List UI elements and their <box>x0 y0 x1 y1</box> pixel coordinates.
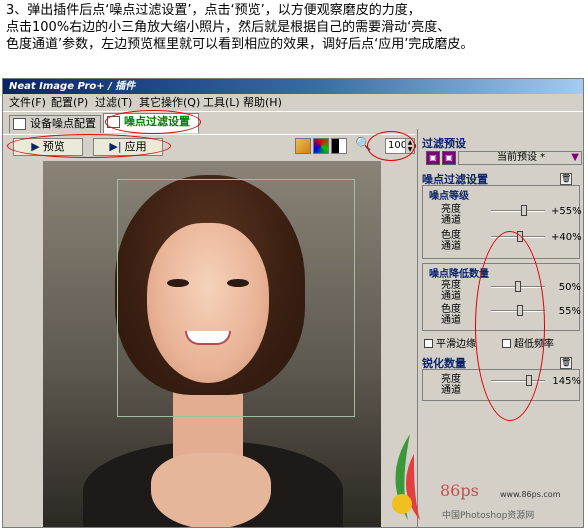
noise-level-luma-label: 亮度通道 <box>441 204 461 226</box>
sharpen-luma-value: 145% <box>552 376 581 387</box>
watermark-url: www.86ps.com <box>500 490 561 499</box>
smooth-edges-label: 平滑边缘 <box>436 339 476 350</box>
preview-button[interactable]: ▶ 预览 <box>13 138 83 156</box>
reduce-luma-label: 亮度通道 <box>441 280 461 302</box>
reduce-chroma-value: 55% <box>558 306 581 317</box>
tab-noise-filter-settings[interactable]: 噪点过滤设置 <box>103 113 199 133</box>
contrast-icon[interactable] <box>331 138 347 154</box>
reduce-luma-slider[interactable] <box>491 281 545 292</box>
instruction-line-3: 色度通道’参数，左边预览框里就可以看到相应的效果，调好后点‘应用’完成磨皮。 <box>6 37 474 52</box>
noise-level-luma-slider[interactable] <box>491 205 545 216</box>
noise-level-chroma-slider[interactable] <box>491 231 545 242</box>
color-mode-icon[interactable] <box>313 138 329 154</box>
photo-chest <box>151 453 271 527</box>
sharpen-group: 亮度通道 145% <box>422 369 581 401</box>
play-icon: ▶ <box>31 140 40 153</box>
reduce-luma-thumb[interactable] <box>515 281 521 292</box>
ultra-low-label: 超低频率 <box>514 339 554 350</box>
tab-noise-filter-settings-label: 噪点过滤设置 <box>124 115 190 128</box>
instruction-line-1: 3、弹出插件后点‘噪点过滤设置’，点击‘预览’，以方便观察磨皮的力度， <box>6 3 421 18</box>
preset-title: 过滤预设 <box>422 137 466 150</box>
zoom-spinner[interactable]: ▲ ▼ <box>405 138 415 154</box>
ultra-low-box[interactable] <box>502 339 511 348</box>
menu-file[interactable]: 文件(F) <box>9 96 46 110</box>
zoom-down-icon[interactable]: ▼ <box>408 146 413 153</box>
noise-level-luma-thumb[interactable] <box>521 205 527 216</box>
reduce-chroma-label: 色度通道 <box>441 304 461 326</box>
reduce-chroma-thumb[interactable] <box>517 305 523 316</box>
noise-reduction-title: 噪点降低数量 <box>429 269 489 280</box>
load-preset-icon[interactable]: ▣ <box>426 151 440 165</box>
preset-select-value: 当前预设 * <box>497 152 546 163</box>
apply-button[interactable]: ▶| 应用 <box>93 138 163 156</box>
watermark-caption: 中国Photoshop资源网 <box>442 511 535 521</box>
profile-icon <box>13 118 26 130</box>
noise-reduction-group: 噪点降低数量 亮度通道 50% 色度通道 55% <box>422 263 581 331</box>
reset-sharpen-icon[interactable]: 🗑 <box>560 357 572 369</box>
play-to-end-icon: ▶| <box>109 140 122 153</box>
preview-image[interactable] <box>43 161 381 527</box>
noise-level-luma-value: +55% <box>551 206 582 217</box>
watermark-brand: 86ps <box>440 481 479 500</box>
filter-settings-icon <box>107 116 120 128</box>
preview-selection-frame[interactable] <box>117 179 355 417</box>
reduce-chroma-slider[interactable] <box>491 305 545 316</box>
layers-icon[interactable] <box>295 138 311 154</box>
menu-bar: 文件(F) 配置(P) 过滤(T) 其它操作(Q) 工具(L) 帮助(H) <box>3 94 583 112</box>
noise-level-group: 噪点等级 亮度通道 +55% 色度通道 +40% <box>422 185 582 259</box>
sharpen-luma-thumb[interactable] <box>526 375 532 386</box>
logo-sun <box>392 494 412 514</box>
smooth-edges-box[interactable] <box>424 339 433 348</box>
menu-filter[interactable]: 过滤(T) <box>95 96 132 110</box>
apply-button-label: 应用 <box>124 140 147 153</box>
preset-select[interactable]: 当前预设 * ▼ <box>458 151 582 165</box>
menu-tools[interactable]: 工具(L) <box>203 96 240 110</box>
zoom-icon[interactable]: 🔍 <box>355 137 371 152</box>
reset-filter-icon[interactable]: 🗑 <box>560 173 572 185</box>
sharpen-luma-label: 亮度通道 <box>441 374 461 396</box>
menu-config[interactable]: 配置(P) <box>51 96 88 110</box>
noise-level-chroma-value: +40% <box>551 232 582 243</box>
reduce-luma-value: 50% <box>558 282 581 293</box>
tab-strip: 设备噪点配置 噪点过滤设置 <box>3 113 415 133</box>
window-title: Neat Image Pro+ / 插件 <box>3 79 583 94</box>
noise-level-chroma-thumb[interactable] <box>517 231 523 242</box>
menu-other-ops[interactable]: 其它操作(Q) <box>139 96 200 110</box>
tab-device-noise-profile-label: 设备噪点配置 <box>30 117 96 130</box>
menu-help[interactable]: 帮助(H) <box>243 96 282 110</box>
noise-level-title: 噪点等级 <box>429 191 469 202</box>
instruction-text: 3、弹出插件后点‘噪点过滤设置’，点击‘预览’，以方便观察磨皮的力度， 点击10… <box>6 2 584 78</box>
noise-level-chroma-label: 色度通道 <box>441 230 461 252</box>
ultra-low-checkbox[interactable]: 超低频率 <box>502 335 554 350</box>
preview-button-label: 预览 <box>42 140 65 153</box>
sharpen-luma-slider[interactable] <box>491 375 545 386</box>
zoom-up-icon[interactable]: ▲ <box>408 139 413 146</box>
smooth-edges-checkbox[interactable]: 平滑边缘 <box>424 335 476 350</box>
dropdown-arrow-icon[interactable]: ▼ <box>571 152 579 164</box>
tab-device-noise-profile[interactable]: 设备噪点配置 <box>9 115 101 133</box>
instruction-line-2: 点击100%右边的小三角放大缩小照片，然后就是根据自己的需要滑动‘亮度、 <box>6 20 451 35</box>
save-preset-icon[interactable]: ▣ <box>442 151 456 165</box>
